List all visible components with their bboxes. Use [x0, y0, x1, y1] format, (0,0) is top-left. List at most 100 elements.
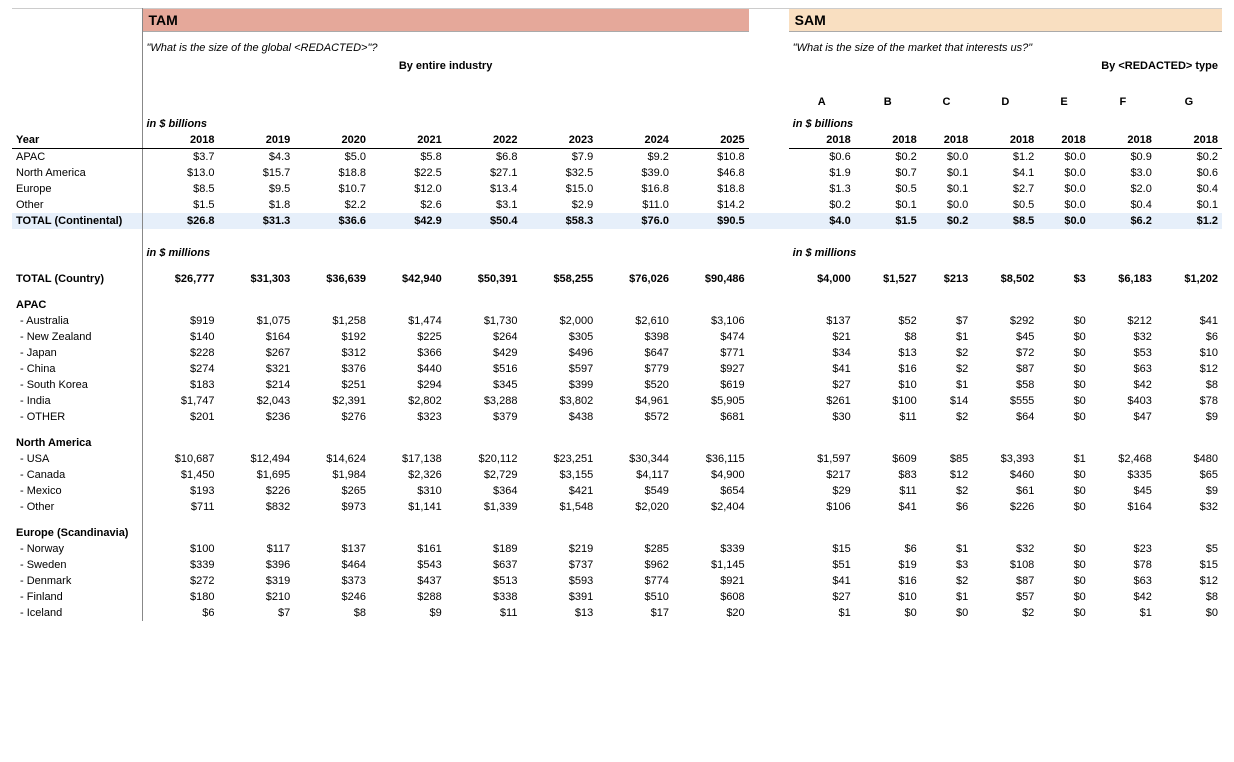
sam-value: $12: [921, 467, 973, 483]
sam-value: $1: [1038, 451, 1090, 467]
tam-value: $10.8: [673, 149, 749, 166]
tam-value: $14.2: [673, 197, 749, 213]
sam-value: $11: [855, 409, 921, 425]
sam-value: $0.2: [1156, 149, 1222, 166]
sam-value: $0.9: [1090, 149, 1156, 166]
country-row-label: - Canada: [12, 467, 142, 483]
sam-value: $0: [1038, 361, 1090, 377]
tam-value: $3.7: [142, 149, 219, 166]
sam-value: $32: [972, 541, 1038, 557]
sam-value: $58: [972, 377, 1038, 393]
tam-year: 2022: [446, 132, 522, 149]
tam-value: $228: [142, 345, 219, 361]
country-row-label: - South Korea: [12, 377, 142, 393]
sam-year: 2018: [972, 132, 1038, 149]
continent-row-label: Other: [12, 197, 142, 213]
sam-value: $42: [1090, 589, 1156, 605]
sam-year: 2018: [1038, 132, 1090, 149]
tam-value: $429: [446, 345, 522, 361]
sam-value: $0: [1038, 377, 1090, 393]
sam-value: $0.0: [1038, 165, 1090, 181]
tam-value: $516: [446, 361, 522, 377]
sam-value: $0.4: [1156, 181, 1222, 197]
sam-value: $0.2: [855, 149, 921, 166]
sam-value: $137: [789, 313, 855, 329]
tam-value: $3,288: [446, 393, 522, 409]
sam-value: $0.1: [921, 181, 973, 197]
sam-value: $8: [1156, 377, 1222, 393]
sam-value: $108: [972, 557, 1038, 573]
sam-value: $261: [789, 393, 855, 409]
sam-value: $480: [1156, 451, 1222, 467]
tam-value: $2,020: [597, 499, 673, 515]
sam-country-total: $6,183: [1090, 271, 1156, 287]
tam-value: $6.8: [446, 149, 522, 166]
tam-value: $5.0: [294, 149, 370, 166]
tam-value: $2,391: [294, 393, 370, 409]
tam-value: $5.8: [370, 149, 446, 166]
tam-value: $364: [446, 483, 522, 499]
sam-category: E: [1038, 94, 1090, 110]
tam-value: $774: [597, 573, 673, 589]
tam-value: $210: [219, 589, 295, 605]
sam-value: $6: [1156, 329, 1222, 345]
tam-value: $2,802: [370, 393, 446, 409]
sam-value: $32: [1156, 499, 1222, 515]
sam-value: $2: [921, 483, 973, 499]
tam-value: $973: [294, 499, 370, 515]
sam-value: $29: [789, 483, 855, 499]
tam-value: $5,905: [673, 393, 749, 409]
tam-value: $373: [294, 573, 370, 589]
sam-value: $65: [1156, 467, 1222, 483]
tam-value: $2,729: [446, 467, 522, 483]
tam-value: $7.9: [521, 149, 597, 166]
country-row-label: - Mexico: [12, 483, 142, 499]
tam-value: $4,961: [597, 393, 673, 409]
tam-title: TAM: [142, 9, 749, 32]
tam-value: $366: [370, 345, 446, 361]
sam-value: $0: [1038, 345, 1090, 361]
tam-value: $288: [370, 589, 446, 605]
sam-value: $87: [972, 361, 1038, 377]
tam-value: $18.8: [294, 165, 370, 181]
tam-country-total: $58,255: [521, 271, 597, 287]
sam-value: $2: [921, 573, 973, 589]
tam-total: $26.8: [142, 213, 219, 229]
sam-value: $45: [972, 329, 1038, 345]
tam-value: $654: [673, 483, 749, 499]
tam-country-total: $26,777: [142, 271, 219, 287]
sam-value: $41: [789, 361, 855, 377]
tam-value: $1,474: [370, 313, 446, 329]
sam-value: $1.2: [972, 149, 1038, 166]
tam-value: $13: [521, 605, 597, 621]
tam-value: $11.0: [597, 197, 673, 213]
tam-value: $323: [370, 409, 446, 425]
tam-value: $20: [673, 605, 749, 621]
tam-value: $543: [370, 557, 446, 573]
country-row-label: - Australia: [12, 313, 142, 329]
tam-value: $180: [142, 589, 219, 605]
sam-country-total: $213: [921, 271, 973, 287]
region-header: Europe (Scandinavia): [12, 525, 142, 541]
sam-value: $2: [972, 605, 1038, 621]
tam-value: $637: [446, 557, 522, 573]
sam-value: $0.0: [1038, 197, 1090, 213]
sam-value: $0.4: [1090, 197, 1156, 213]
tam-value: $608: [673, 589, 749, 605]
country-row-label: - China: [12, 361, 142, 377]
sam-value: $0.5: [972, 197, 1038, 213]
sam-value: $0.0: [1038, 181, 1090, 197]
tam-value: $236: [219, 409, 295, 425]
sam-value: $0.6: [1156, 165, 1222, 181]
unit-billions-tam: in $ billions: [142, 110, 749, 132]
sam-value: $87: [972, 573, 1038, 589]
sam-value: $460: [972, 467, 1038, 483]
sam-value: $555: [972, 393, 1038, 409]
sam-value: $1: [921, 329, 973, 345]
tam-question: "What is the size of the global <REDACTE…: [142, 32, 749, 59]
sam-value: $57: [972, 589, 1038, 605]
sam-value: $0.1: [921, 165, 973, 181]
sam-value: $0.1: [1156, 197, 1222, 213]
tam-value: $338: [446, 589, 522, 605]
sam-value: $0: [1038, 313, 1090, 329]
